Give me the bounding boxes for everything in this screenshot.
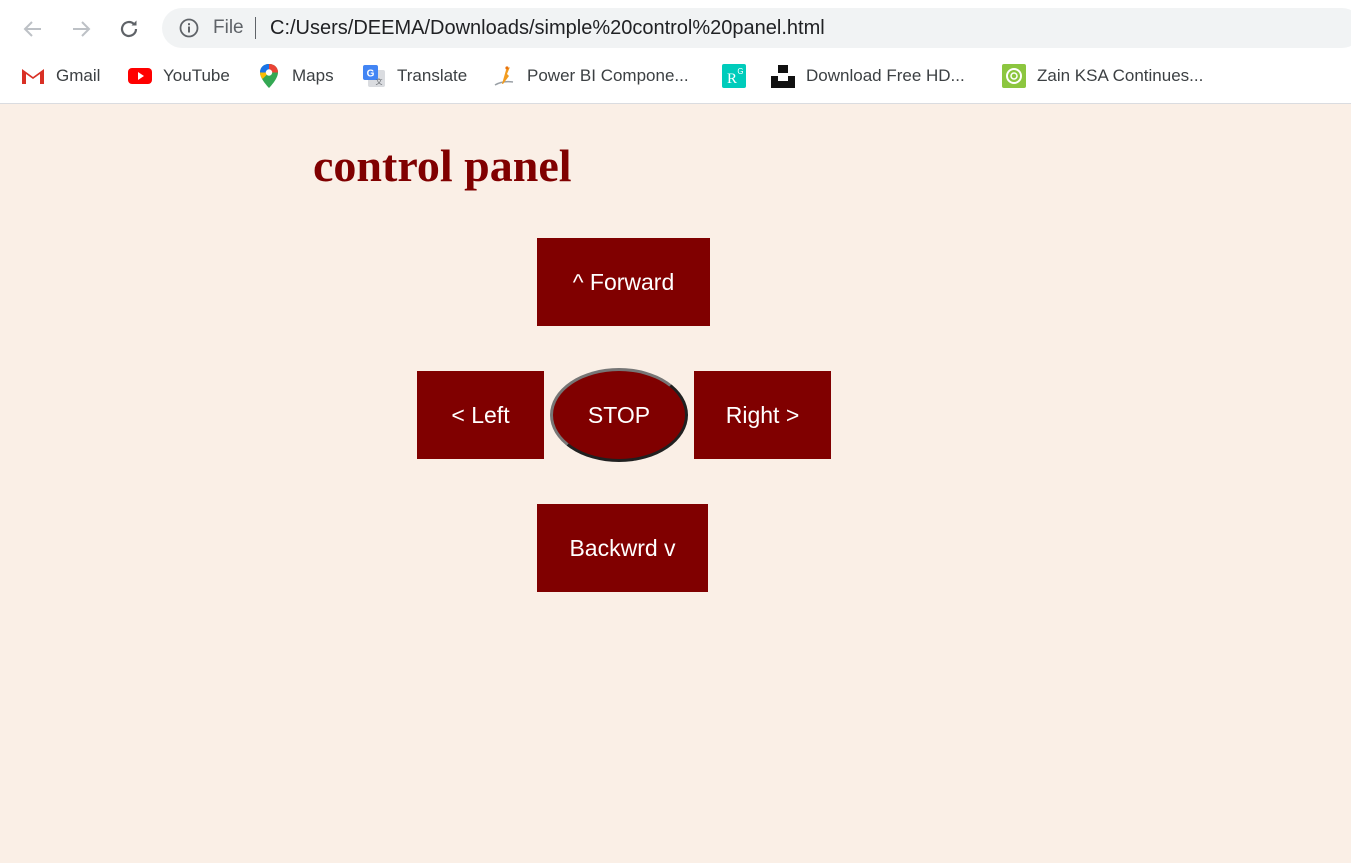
rg-icon: RG: [722, 64, 746, 88]
bookmark-youtube[interactable]: YouTube: [128, 62, 230, 90]
bookmark-translate[interactable]: G文 Translate: [362, 62, 467, 90]
svg-text:文: 文: [376, 77, 383, 86]
bookmark-label: YouTube: [163, 66, 230, 85]
address-bar[interactable]: File C:/Users/DEEMA/Downloads/simple%20c…: [162, 8, 1351, 48]
left-button[interactable]: < Left: [417, 371, 544, 459]
right-button[interactable]: Right >: [694, 371, 831, 459]
gmail-icon: [21, 64, 45, 88]
bookmark-label: Gmail: [56, 66, 101, 85]
maps-icon: [257, 64, 281, 88]
bookmark-label: Power BI Compone...: [527, 66, 689, 85]
youtube-icon: [128, 64, 152, 88]
zain-icon: [1002, 64, 1026, 88]
bookmark-label: Translate: [397, 66, 468, 85]
page-title: control panel: [313, 140, 572, 191]
url-text[interactable]: C:/Users/DEEMA/Downloads/simple%20contro…: [270, 17, 825, 40]
stop-button[interactable]: STOP: [550, 368, 688, 462]
forward-nav-button[interactable]: [66, 14, 96, 44]
reload-button[interactable]: [114, 14, 144, 44]
bookmark-zain[interactable]: Zain KSA Continues...: [1002, 62, 1203, 90]
translate-icon: G文: [362, 64, 386, 88]
reload-icon: [120, 20, 138, 38]
bookmark-gmail[interactable]: Gmail: [21, 62, 100, 90]
svg-text:G: G: [737, 67, 743, 76]
file-scheme-label: File: [213, 17, 244, 38]
bookmark-rg[interactable]: RG: [722, 62, 757, 90]
svg-text:G: G: [367, 69, 375, 80]
svg-text:R: R: [727, 71, 737, 87]
bookmark-label: Download Free HD...: [806, 66, 965, 85]
arrow-left-icon: [23, 21, 41, 37]
omnibox-divider: [255, 17, 256, 39]
bookmark-label: Maps: [292, 66, 334, 85]
power-bi-icon: [492, 64, 516, 88]
browser-chrome: File C:/Users/DEEMA/Downloads/simple%20c…: [0, 0, 1351, 104]
unsplash-icon: [771, 64, 795, 88]
forward-button[interactable]: ^ Forward: [537, 238, 710, 326]
arrow-right-icon: [73, 21, 91, 37]
bookmark-maps[interactable]: Maps: [257, 62, 334, 90]
info-icon[interactable]: [179, 18, 199, 38]
backward-button[interactable]: Backwrd v: [537, 504, 708, 592]
bookmark-power-bi[interactable]: Power BI Compone...: [492, 62, 689, 90]
bookmark-unsplash[interactable]: Download Free HD...: [771, 62, 965, 90]
back-button[interactable]: [18, 14, 48, 44]
bookmark-label: Zain KSA Continues...: [1037, 66, 1204, 85]
